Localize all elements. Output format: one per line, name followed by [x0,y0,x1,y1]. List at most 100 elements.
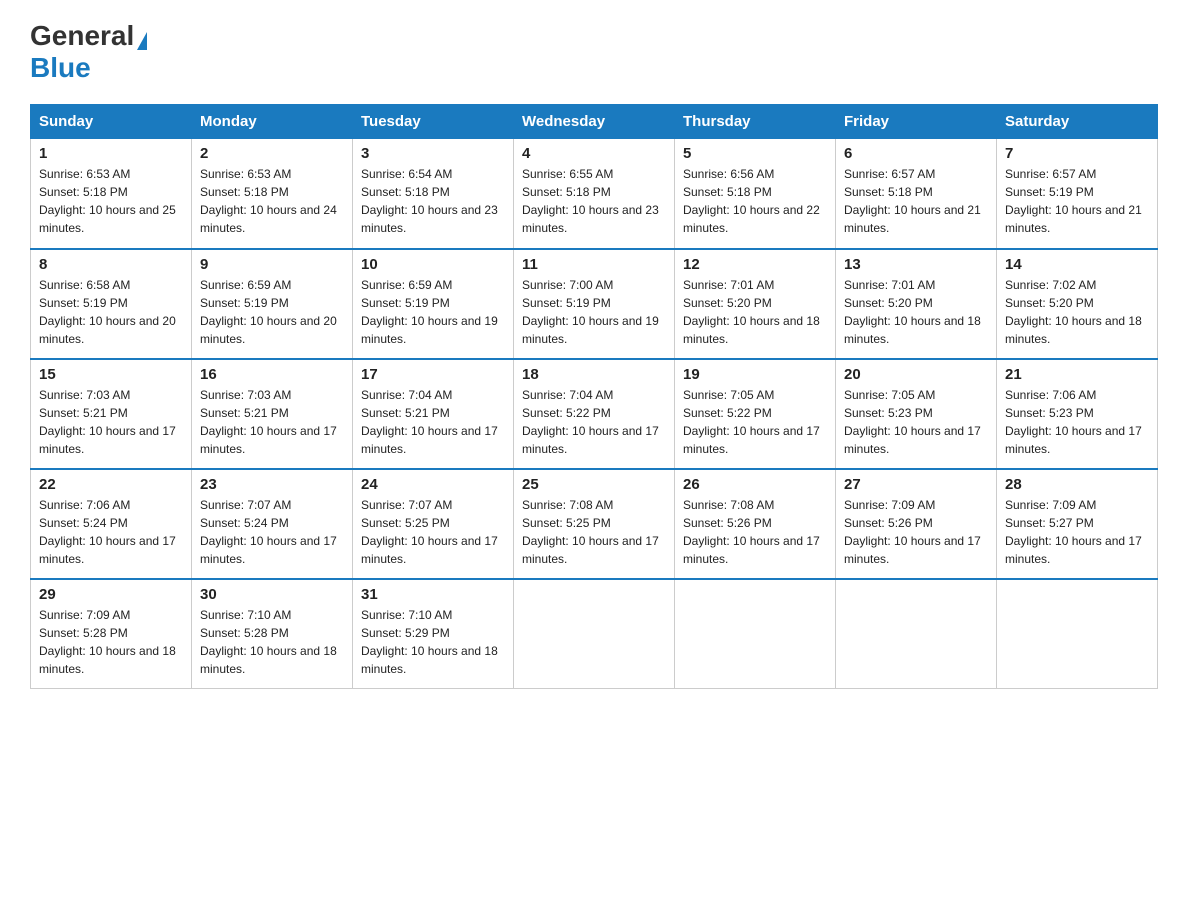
day-info: Sunrise: 6:53 AMSunset: 5:18 PMDaylight:… [200,167,337,235]
day-info: Sunrise: 7:06 AMSunset: 5:24 PMDaylight:… [39,498,176,566]
col-friday: Friday [836,105,997,139]
day-info: Sunrise: 7:10 AMSunset: 5:29 PMDaylight:… [361,608,498,676]
day-info: Sunrise: 7:05 AMSunset: 5:23 PMDaylight:… [844,388,981,456]
day-info: Sunrise: 7:03 AMSunset: 5:21 PMDaylight:… [200,388,337,456]
day-info: Sunrise: 6:59 AMSunset: 5:19 PMDaylight:… [361,278,498,346]
table-row [675,579,836,689]
day-number: 29 [39,586,183,603]
day-info: Sunrise: 7:04 AMSunset: 5:22 PMDaylight:… [522,388,659,456]
table-row: 23 Sunrise: 7:07 AMSunset: 5:24 PMDaylig… [192,469,353,579]
day-number: 2 [200,145,344,162]
day-number: 6 [844,145,988,162]
day-number: 11 [522,256,666,273]
table-row: 25 Sunrise: 7:08 AMSunset: 5:25 PMDaylig… [514,469,675,579]
day-info: Sunrise: 7:07 AMSunset: 5:25 PMDaylight:… [361,498,498,566]
table-row: 19 Sunrise: 7:05 AMSunset: 5:22 PMDaylig… [675,359,836,469]
col-monday: Monday [192,105,353,139]
day-number: 28 [1005,476,1149,493]
day-number: 19 [683,366,827,383]
col-saturday: Saturday [997,105,1158,139]
day-number: 22 [39,476,183,493]
table-row [514,579,675,689]
day-info: Sunrise: 7:10 AMSunset: 5:28 PMDaylight:… [200,608,337,676]
day-number: 30 [200,586,344,603]
table-row: 27 Sunrise: 7:09 AMSunset: 5:26 PMDaylig… [836,469,997,579]
day-info: Sunrise: 7:04 AMSunset: 5:21 PMDaylight:… [361,388,498,456]
day-number: 12 [683,256,827,273]
day-info: Sunrise: 6:57 AMSunset: 5:18 PMDaylight:… [844,167,981,235]
day-number: 23 [200,476,344,493]
day-info: Sunrise: 7:01 AMSunset: 5:20 PMDaylight:… [844,278,981,346]
day-number: 14 [1005,256,1149,273]
calendar-week-row: 1 Sunrise: 6:53 AMSunset: 5:18 PMDayligh… [31,139,1158,249]
day-number: 20 [844,366,988,383]
day-info: Sunrise: 7:00 AMSunset: 5:19 PMDaylight:… [522,278,659,346]
day-number: 9 [200,256,344,273]
logo-blue-text: Blue [30,52,91,83]
day-number: 16 [200,366,344,383]
calendar-week-row: 22 Sunrise: 7:06 AMSunset: 5:24 PMDaylig… [31,469,1158,579]
table-row: 24 Sunrise: 7:07 AMSunset: 5:25 PMDaylig… [353,469,514,579]
day-number: 17 [361,366,505,383]
day-info: Sunrise: 7:09 AMSunset: 5:28 PMDaylight:… [39,608,176,676]
day-number: 5 [683,145,827,162]
table-row: 7 Sunrise: 6:57 AMSunset: 5:19 PMDayligh… [997,139,1158,249]
day-number: 10 [361,256,505,273]
col-thursday: Thursday [675,105,836,139]
day-info: Sunrise: 7:07 AMSunset: 5:24 PMDaylight:… [200,498,337,566]
day-number: 4 [522,145,666,162]
table-row: 15 Sunrise: 7:03 AMSunset: 5:21 PMDaylig… [31,359,192,469]
day-number: 27 [844,476,988,493]
day-number: 21 [1005,366,1149,383]
logo: General Blue [30,20,147,84]
calendar-header-row: Sunday Monday Tuesday Wednesday Thursday… [31,105,1158,139]
day-number: 13 [844,256,988,273]
table-row: 8 Sunrise: 6:58 AMSunset: 5:19 PMDayligh… [31,249,192,359]
col-sunday: Sunday [31,105,192,139]
table-row: 12 Sunrise: 7:01 AMSunset: 5:20 PMDaylig… [675,249,836,359]
calendar-week-row: 8 Sunrise: 6:58 AMSunset: 5:19 PMDayligh… [31,249,1158,359]
day-number: 1 [39,145,183,162]
table-row [836,579,997,689]
logo-general-text: General [30,20,134,51]
day-number: 26 [683,476,827,493]
table-row: 26 Sunrise: 7:08 AMSunset: 5:26 PMDaylig… [675,469,836,579]
table-row: 4 Sunrise: 6:55 AMSunset: 5:18 PMDayligh… [514,139,675,249]
day-info: Sunrise: 6:54 AMSunset: 5:18 PMDaylight:… [361,167,498,235]
day-number: 31 [361,586,505,603]
table-row: 18 Sunrise: 7:04 AMSunset: 5:22 PMDaylig… [514,359,675,469]
table-row: 28 Sunrise: 7:09 AMSunset: 5:27 PMDaylig… [997,469,1158,579]
day-info: Sunrise: 7:08 AMSunset: 5:26 PMDaylight:… [683,498,820,566]
table-row: 20 Sunrise: 7:05 AMSunset: 5:23 PMDaylig… [836,359,997,469]
calendar-table: Sunday Monday Tuesday Wednesday Thursday… [30,104,1158,689]
day-number: 15 [39,366,183,383]
table-row: 5 Sunrise: 6:56 AMSunset: 5:18 PMDayligh… [675,139,836,249]
table-row: 21 Sunrise: 7:06 AMSunset: 5:23 PMDaylig… [997,359,1158,469]
day-info: Sunrise: 6:53 AMSunset: 5:18 PMDaylight:… [39,167,176,235]
table-row: 17 Sunrise: 7:04 AMSunset: 5:21 PMDaylig… [353,359,514,469]
table-row: 9 Sunrise: 6:59 AMSunset: 5:19 PMDayligh… [192,249,353,359]
day-number: 18 [522,366,666,383]
day-info: Sunrise: 6:55 AMSunset: 5:18 PMDaylight:… [522,167,659,235]
table-row: 6 Sunrise: 6:57 AMSunset: 5:18 PMDayligh… [836,139,997,249]
table-row: 3 Sunrise: 6:54 AMSunset: 5:18 PMDayligh… [353,139,514,249]
day-number: 3 [361,145,505,162]
day-info: Sunrise: 7:06 AMSunset: 5:23 PMDaylight:… [1005,388,1142,456]
day-info: Sunrise: 6:59 AMSunset: 5:19 PMDaylight:… [200,278,337,346]
day-number: 8 [39,256,183,273]
day-info: Sunrise: 6:56 AMSunset: 5:18 PMDaylight:… [683,167,820,235]
day-info: Sunrise: 7:05 AMSunset: 5:22 PMDaylight:… [683,388,820,456]
table-row: 14 Sunrise: 7:02 AMSunset: 5:20 PMDaylig… [997,249,1158,359]
table-row: 16 Sunrise: 7:03 AMSunset: 5:21 PMDaylig… [192,359,353,469]
day-info: Sunrise: 7:09 AMSunset: 5:26 PMDaylight:… [844,498,981,566]
table-row: 13 Sunrise: 7:01 AMSunset: 5:20 PMDaylig… [836,249,997,359]
table-row: 22 Sunrise: 7:06 AMSunset: 5:24 PMDaylig… [31,469,192,579]
day-info: Sunrise: 6:58 AMSunset: 5:19 PMDaylight:… [39,278,176,346]
day-info: Sunrise: 7:09 AMSunset: 5:27 PMDaylight:… [1005,498,1142,566]
day-info: Sunrise: 7:08 AMSunset: 5:25 PMDaylight:… [522,498,659,566]
day-info: Sunrise: 7:03 AMSunset: 5:21 PMDaylight:… [39,388,176,456]
table-row [997,579,1158,689]
day-info: Sunrise: 6:57 AMSunset: 5:19 PMDaylight:… [1005,167,1142,235]
calendar-week-row: 29 Sunrise: 7:09 AMSunset: 5:28 PMDaylig… [31,579,1158,689]
table-row: 2 Sunrise: 6:53 AMSunset: 5:18 PMDayligh… [192,139,353,249]
